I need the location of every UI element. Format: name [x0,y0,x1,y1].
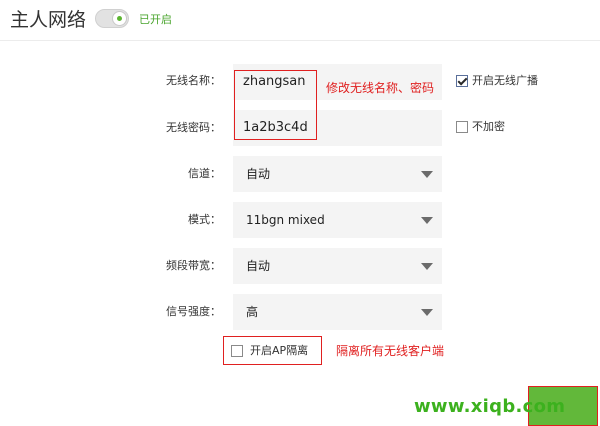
watermark: www.xiqb.com [414,396,566,417]
bandwidth-select[interactable]: 自动 [233,248,442,284]
bandwidth-value: 自动 [246,259,271,273]
chevron-down-icon [421,171,433,178]
broadcast-label: 开启无线广播 [472,74,538,87]
signal-label: 信号强度： [166,305,221,318]
toggle-status-label: 已开启 [139,13,172,26]
header-divider [0,40,600,41]
broadcast-checkbox[interactable] [456,75,468,87]
bandwidth-label: 频段带宽： [166,259,221,272]
ap-isolation-checkbox[interactable] [231,345,243,357]
channel-select[interactable]: 自动 [233,156,442,192]
host-network-toggle[interactable] [95,9,129,28]
chevron-down-icon [421,263,433,270]
mode-label: 模式： [188,213,221,226]
no-encrypt-label: 不加密 [472,120,505,133]
ssid-label: 无线名称： [166,74,221,87]
annotation-edit-credentials: 修改无线名称、密码 [326,81,435,95]
chevron-down-icon [421,309,433,316]
mode-value: 11bgn mixed [246,213,325,227]
annotation-isolation: 隔离所有无线客户端 [336,344,445,358]
no-encrypt-checkbox[interactable] [456,121,468,133]
channel-label: 信道： [188,167,221,180]
page-title: 主人网络 [10,9,87,31]
toggle-knob [112,11,127,26]
channel-value: 自动 [246,167,271,181]
chevron-down-icon [421,217,433,224]
ap-isolation-label: 开启AP隔离 [250,344,309,357]
signal-value: 高 [246,305,259,319]
mode-select[interactable]: 11bgn mixed [233,202,442,238]
signal-select[interactable]: 高 [233,294,442,330]
highlight-box-credentials [234,70,317,140]
password-label: 无线密码： [166,121,221,134]
